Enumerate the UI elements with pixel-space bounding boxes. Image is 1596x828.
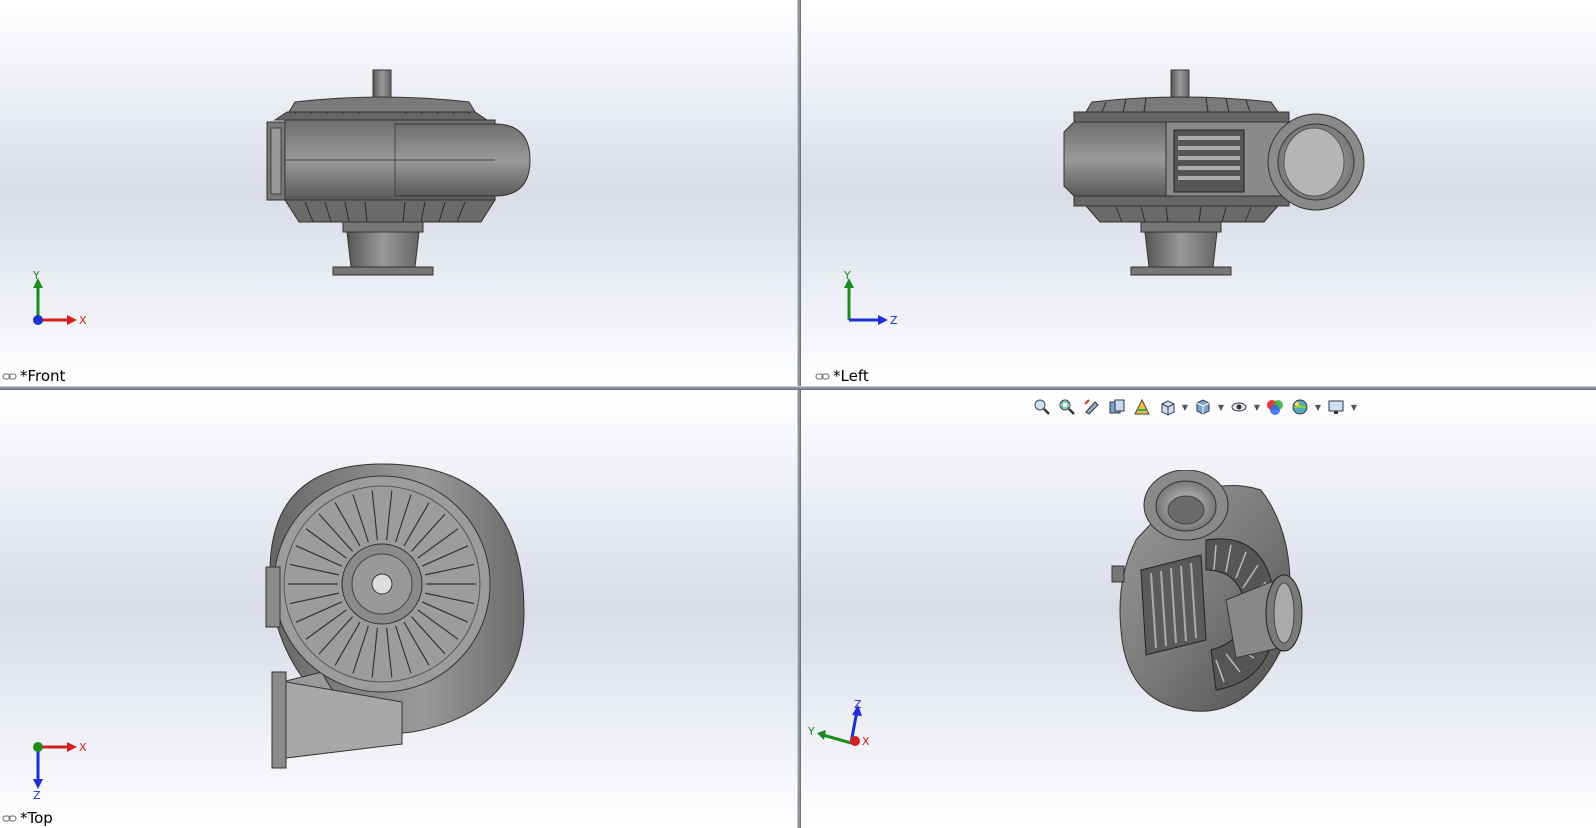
viewport-splitter-horizontal[interactable]	[0, 386, 1596, 390]
heads-up-view-toolbar: ▼ ▼ ▼ ▼ ▼	[1031, 396, 1358, 418]
section-view-icon[interactable]	[1106, 396, 1128, 418]
model-left-view[interactable]	[1056, 62, 1376, 284]
model-front-view[interactable]	[255, 62, 535, 284]
viewport-front[interactable]: Y X *Front	[0, 0, 797, 386]
link-views-icon	[2, 815, 17, 821]
edit-appearance-icon[interactable]	[1264, 396, 1286, 418]
axis-triad-front: Y X	[32, 269, 87, 327]
model-top-view[interactable]	[262, 462, 537, 774]
zoom-to-fit-icon[interactable]	[1031, 396, 1053, 418]
link-views-icon	[815, 373, 830, 379]
model-isometric-view[interactable]	[1106, 470, 1316, 720]
axis-label-y: Y	[807, 725, 815, 738]
viewport-name: *Top	[20, 809, 53, 827]
axis-label-x: X	[79, 314, 87, 327]
viewport-left[interactable]: Y Z *Left	[801, 0, 1596, 386]
axis-triad-isometric: Z Y X	[807, 698, 870, 748]
apply-scene-icon[interactable]	[1289, 396, 1311, 418]
viewport-splitter-vertical[interactable]	[797, 0, 801, 828]
chevron-down-icon[interactable]: ▼	[1253, 396, 1261, 418]
chevron-down-icon[interactable]: ▼	[1314, 396, 1322, 418]
viewport-isometric[interactable]: ▼ ▼ ▼ ▼ ▼ Z Y X	[801, 390, 1596, 828]
chevron-down-icon[interactable]: ▼	[1217, 396, 1225, 418]
viewport-top[interactable]: X Z *Top	[0, 390, 797, 828]
chevron-down-icon[interactable]: ▼	[1350, 396, 1358, 418]
display-style-icon[interactable]	[1192, 396, 1214, 418]
dynamic-annotation-icon[interactable]	[1131, 396, 1153, 418]
link-views-icon	[2, 373, 17, 379]
zoom-to-area-icon[interactable]	[1056, 396, 1078, 418]
hide-show-items-icon[interactable]	[1228, 396, 1250, 418]
viewport-name: *Left	[833, 367, 869, 385]
axis-label-x: X	[862, 735, 870, 748]
axis-label-z: Z	[890, 314, 898, 327]
view-orientation-icon[interactable]	[1156, 396, 1178, 418]
viewport-label-front[interactable]: *Front	[2, 367, 65, 385]
axis-label-z: Z	[854, 698, 862, 711]
axis-label-y: Y	[843, 269, 851, 282]
axis-label-x: X	[79, 741, 87, 754]
previous-view-icon[interactable]	[1081, 396, 1103, 418]
axis-triad-left: Y Z	[843, 269, 898, 327]
axis-triad-top: X Z	[33, 741, 87, 800]
viewport-label-left[interactable]: *Left	[815, 367, 869, 385]
viewport-name: *Front	[20, 367, 66, 385]
axis-label-y: Y	[32, 269, 40, 282]
chevron-down-icon[interactable]: ▼	[1181, 396, 1189, 418]
viewport-label-top[interactable]: *Top	[2, 809, 53, 827]
axis-label-z: Z	[33, 789, 41, 800]
view-setting-icon[interactable]	[1325, 396, 1347, 418]
